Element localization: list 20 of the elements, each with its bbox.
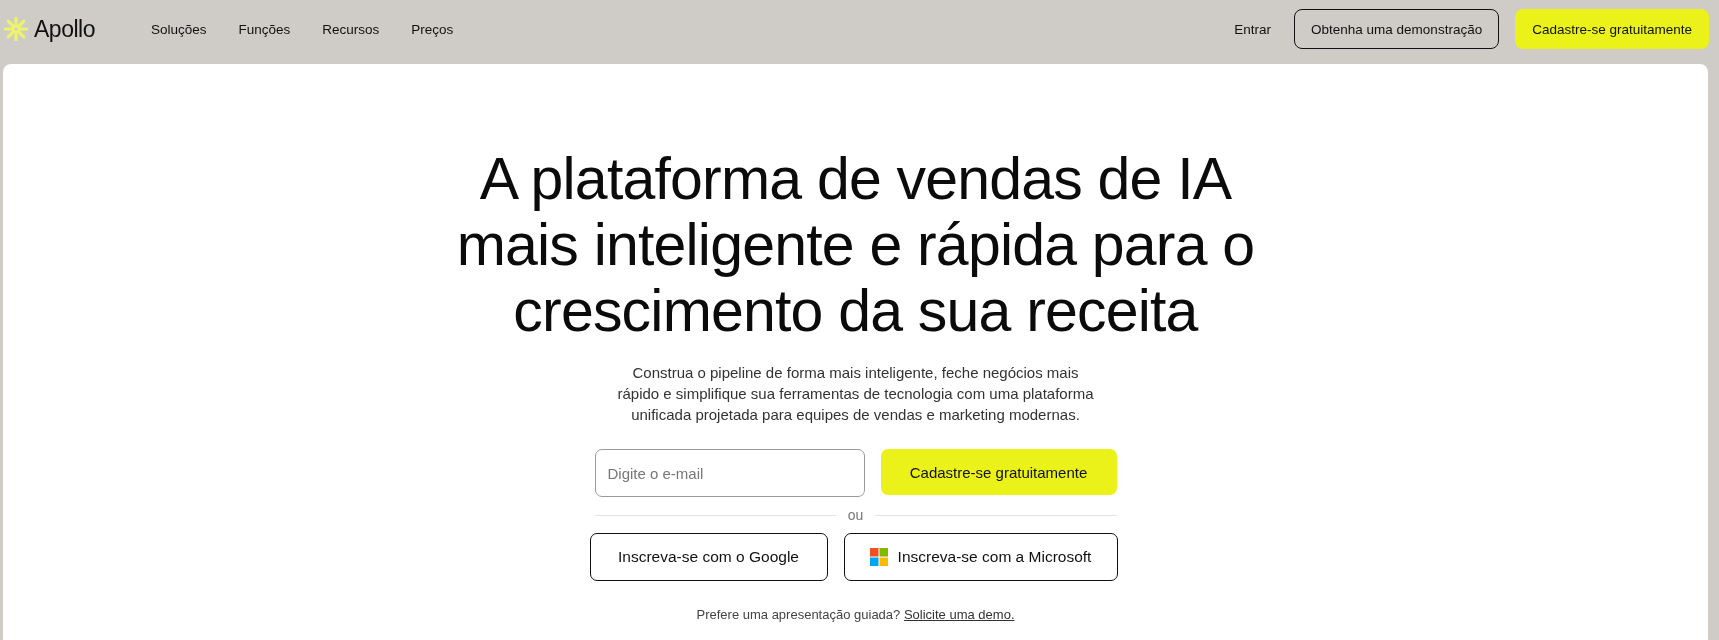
headline: A plataforma de vendas de IA mais inteligente e rápida para o crescimento da sua receita (455, 146, 1256, 344)
email-field[interactable]: Digite o e-mail (594, 449, 865, 497)
demo-button[interactable]: Obtenha uma demonstração (1294, 9, 1500, 49)
guided-text: Prefere uma apresentação guiada? (696, 607, 901, 622)
nav-link[interactable]: Funções (224, 21, 305, 37)
nav-link[interactable]: Recursos (308, 21, 394, 37)
login-link[interactable]: Entrar (1234, 21, 1272, 37)
logo[interactable]: Apollo (4, 15, 95, 43)
divider-text: ou (847, 507, 864, 523)
demo-link[interactable]: Solicite uma demo. (903, 607, 1015, 622)
signup-button[interactable]: Cadastre-se gratuitamente (880, 449, 1117, 495)
google-button[interactable]: Inscreva-se com o Google (589, 533, 828, 581)
subtitle: Construa o pipeline de forma mais inteligente, feche negócios mais rápido e simplifique sua ferramentas de tecnologia com uma plataforma unificada projetada para equipes de vendas e marketing modernas. (616, 363, 1095, 425)
microsoft-button[interactable]: Inscreva-se com a Microsoft (843, 533, 1118, 581)
nav-link[interactable]: Soluções (136, 21, 221, 37)
sun-icon (4, 17, 28, 41)
signup-button[interactable]: Cadastre-se gratuitamente (1515, 9, 1709, 49)
nav-link[interactable]: Preços (397, 21, 468, 37)
windows-grid-icon (869, 548, 888, 566)
logo-text: Apollo (34, 15, 95, 43)
